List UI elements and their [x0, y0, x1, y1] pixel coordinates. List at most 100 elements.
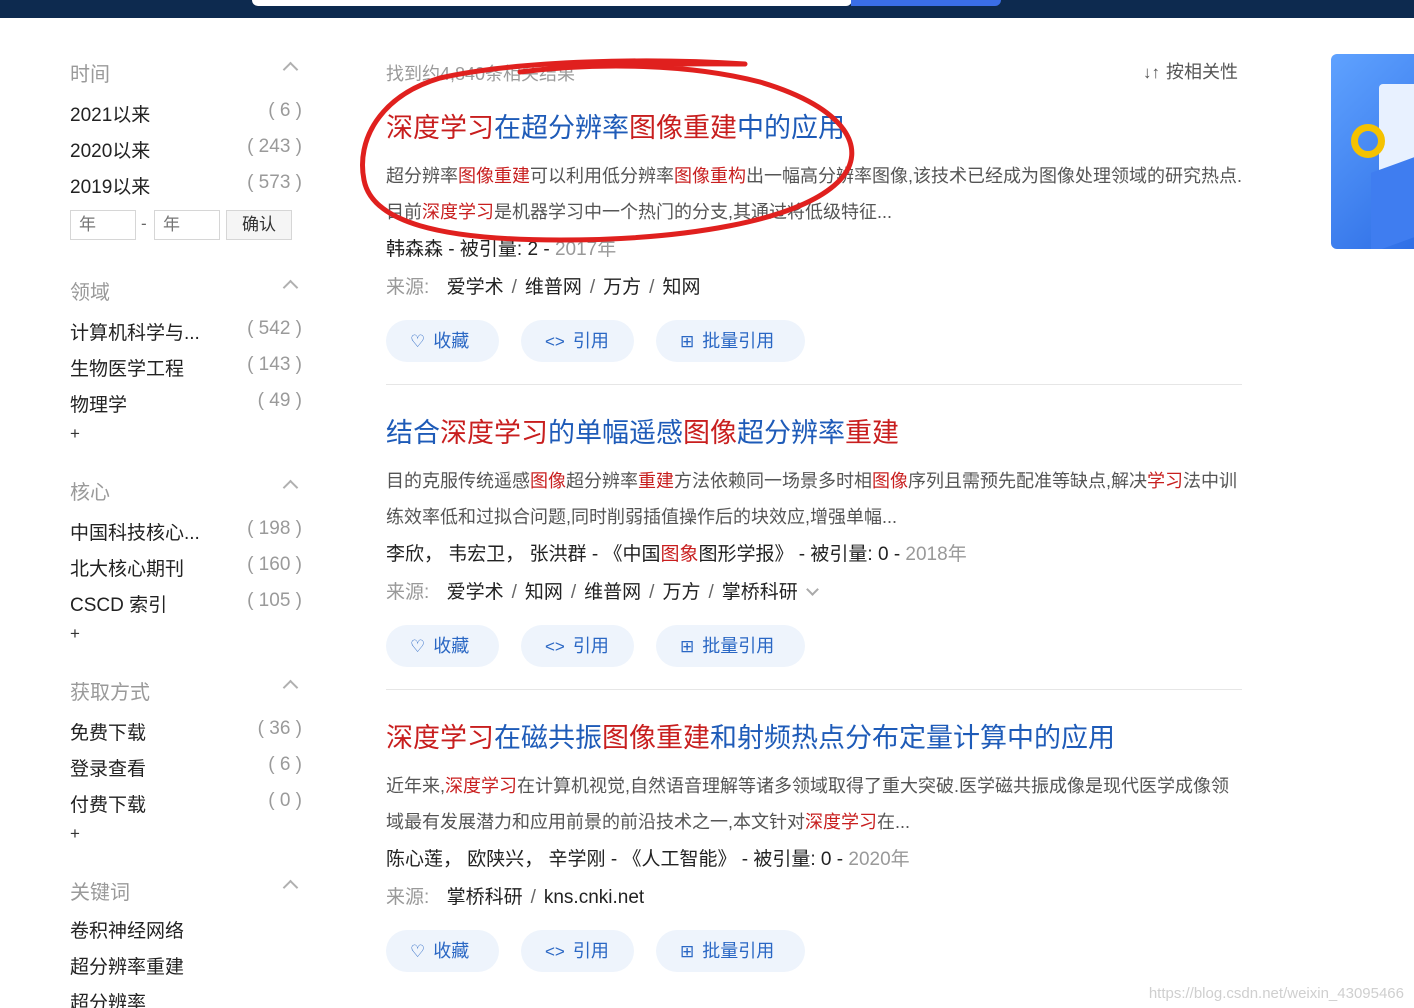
title-text[interactable]: 中的应用 [737, 113, 845, 143]
facet-item-label[interactable]: 2021以来 [70, 100, 150, 127]
facet-item[interactable]: 北大核心期刊 ( 160 ) [70, 550, 302, 586]
result-title[interactable]: 结合深度学习的单幅遥感图像超分辨率重建 [386, 411, 899, 450]
facet-item[interactable]: 生物医学工程 ( 143 ) [70, 350, 302, 386]
author-link[interactable]: 韩森森 [386, 239, 443, 260]
highlight-term[interactable]: 重建 [845, 418, 899, 448]
facet-keywords-header[interactable]: 关键词 [70, 870, 302, 906]
facet-item-label[interactable]: 付费下载 [70, 790, 146, 817]
highlight-term[interactable]: 深度学习 [386, 723, 494, 753]
facet-item[interactable]: 卷积神经网络 [70, 912, 302, 948]
chevron-up-icon[interactable] [282, 679, 299, 696]
facet-item-label[interactable]: 物理学 [70, 390, 127, 417]
author-link[interactable]: 陈心莲， 欧陕兴， 辛学刚 [386, 849, 606, 870]
facet-item-label[interactable]: 登录查看 [70, 754, 146, 781]
top-nav-bar [0, 0, 1414, 18]
source-link[interactable]: 爱学术 [447, 277, 504, 298]
facet-item-label[interactable]: 超分辨率重建 [70, 952, 184, 979]
expand-more-button[interactable]: + [70, 422, 302, 448]
source-link[interactable]: 掌桥科研 [447, 887, 523, 908]
cite-button[interactable]: <> 引用 [521, 625, 634, 667]
source-link[interactable]: 知网 [525, 582, 563, 603]
source-link[interactable]: 知网 [662, 277, 700, 298]
facet-item-label[interactable]: 免费下载 [70, 718, 146, 745]
facet-item[interactable]: 付费下载 ( 0 ) [70, 786, 302, 822]
facet-item[interactable]: 2020以来 ( 243 ) [70, 132, 302, 168]
promo-card[interactable] [1331, 54, 1414, 249]
title-text[interactable]: 和射频热点分布定量计算中的应用 [710, 723, 1115, 753]
author-link[interactable]: 李欣， 韦宏卫， 张洪群 [386, 544, 587, 565]
facet-item-label[interactable]: 2020以来 [70, 136, 150, 163]
source-link[interactable]: 万方 [662, 582, 700, 603]
source-link[interactable]: 掌桥科研 [722, 582, 798, 603]
highlight-term[interactable]: 图像重建 [602, 723, 710, 753]
result-title[interactable]: 深度学习在磁共振图像重建和射频热点分布定量计算中的应用 [386, 716, 1115, 755]
highlight-term[interactable]: 图像重建 [629, 113, 737, 143]
journal-text[interactable]: 《中国 [603, 544, 660, 565]
facet-item[interactable]: CSCD 索引 ( 105 ) [70, 586, 302, 622]
batch-cite-button[interactable]: ⊞ 批量引用 [656, 625, 805, 667]
chevron-up-icon[interactable] [282, 879, 299, 896]
facet-item-count: ( 243 ) [247, 136, 302, 157]
folder-plus-icon: ⊞ [680, 637, 695, 656]
facet-access-header[interactable]: 获取方式 [70, 670, 302, 706]
year-confirm-button[interactable]: 确认 [226, 210, 292, 240]
expand-more-button[interactable]: + [70, 622, 302, 648]
facet-item[interactable]: 物理学 ( 49 ) [70, 386, 302, 422]
facet-item[interactable]: 2021以来 ( 6 ) [70, 96, 302, 132]
title-text[interactable]: 在超分辨率 [494, 113, 629, 143]
facet-item[interactable]: 超分辨率 [70, 984, 302, 1008]
facet-item[interactable]: 登录查看 ( 6 ) [70, 750, 302, 786]
facet-item[interactable]: 中国科技核心... ( 198 ) [70, 514, 302, 550]
sort-dropdown[interactable]: ↓↑ 按相关性 [1143, 58, 1238, 84]
collect-button[interactable]: ♡ 收藏 [386, 320, 499, 362]
title-text[interactable]: 在磁共振 [494, 723, 602, 753]
highlight-term[interactable]: 图象 [660, 544, 698, 565]
title-text[interactable]: 的单幅遥感 [548, 418, 683, 448]
facet-time-header[interactable]: 时间 [70, 52, 302, 88]
journal-text[interactable]: 图形学报》 [698, 544, 793, 565]
source-link[interactable]: 爱学术 [447, 582, 504, 603]
result-title[interactable]: 深度学习在超分辨率图像重建中的应用 [386, 106, 845, 145]
facet-item-label[interactable]: CSCD 索引 [70, 590, 167, 617]
facet-item[interactable]: 2019以来 ( 573 ) [70, 168, 302, 204]
facet-item-label[interactable]: 卷积神经网络 [70, 916, 184, 943]
batch-cite-button[interactable]: ⊞ 批量引用 [656, 320, 805, 362]
expand-more-button[interactable]: + [70, 822, 302, 848]
highlight-term[interactable]: 深度学习 [440, 418, 548, 448]
cite-button[interactable]: <> 引用 [521, 320, 634, 362]
search-button[interactable] [851, 0, 1001, 6]
highlight-term[interactable]: 深度学习 [386, 113, 494, 143]
source-link[interactable]: kns.cnki.net [544, 887, 644, 908]
source-link[interactable]: 维普网 [525, 277, 582, 298]
facet-item-label[interactable]: 中国科技核心... [70, 518, 200, 545]
facet-item-label[interactable]: 计算机科学与... [70, 318, 200, 345]
chevron-up-icon[interactable] [282, 279, 299, 296]
collect-button[interactable]: ♡ 收藏 [386, 625, 499, 667]
facet-item[interactable]: 免费下载 ( 36 ) [70, 714, 302, 750]
cite-button[interactable]: <> 引用 [521, 930, 634, 972]
chevron-down-icon[interactable] [805, 583, 819, 596]
year-from-input[interactable] [70, 210, 136, 240]
collect-label: 收藏 [433, 636, 470, 656]
source-link[interactable]: 维普网 [584, 582, 641, 603]
title-text[interactable]: 超分辨率 [737, 418, 845, 448]
batch-cite-button[interactable]: ⊞ 批量引用 [656, 930, 805, 972]
year-to-input[interactable] [154, 210, 220, 240]
journal-link[interactable]: 《中国图象图形学报》 [603, 544, 793, 565]
facet-item-label[interactable]: 北大核心期刊 [70, 554, 184, 581]
title-text[interactable]: 结合 [386, 418, 440, 448]
search-input[interactable] [252, 0, 852, 6]
facet-item-label[interactable]: 生物医学工程 [70, 354, 184, 381]
source-link[interactable]: 万方 [603, 277, 641, 298]
facet-core-header[interactable]: 核心 [70, 470, 302, 506]
facet-item-label[interactable]: 2019以来 [70, 172, 150, 199]
facet-item-label[interactable]: 超分辨率 [70, 988, 146, 1008]
journal-link[interactable]: 《人工智能》 [622, 849, 736, 870]
chevron-up-icon[interactable] [282, 479, 299, 496]
chevron-up-icon[interactable] [282, 61, 299, 78]
highlight-term[interactable]: 图像 [683, 418, 737, 448]
facet-field-header[interactable]: 领域 [70, 270, 302, 306]
facet-item[interactable]: 计算机科学与... ( 542 ) [70, 314, 302, 350]
facet-item[interactable]: 超分辨率重建 [70, 948, 302, 984]
collect-button[interactable]: ♡ 收藏 [386, 930, 499, 972]
